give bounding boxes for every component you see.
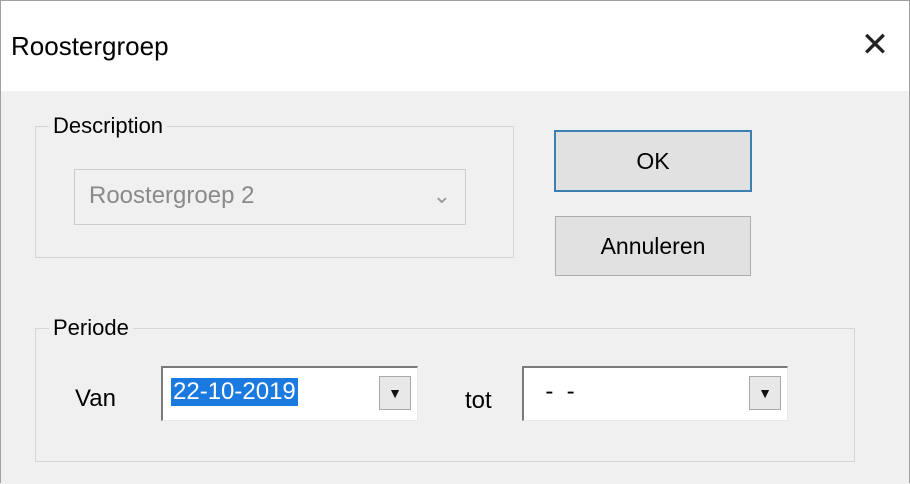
periode-group-label: Periode — [49, 315, 133, 341]
ok-button[interactable]: OK — [554, 130, 752, 192]
dialog-window: Roostergroep ✕ Description Roostergroep … — [0, 0, 910, 483]
description-group-label: Description — [49, 113, 168, 139]
cancel-button-label: Annuleren — [600, 233, 706, 259]
from-date-dropdown-icon[interactable]: ▼ — [379, 376, 411, 410]
ok-button-label: OK — [636, 148, 670, 174]
title-bar[interactable]: Roostergroep ✕ — [1, 1, 909, 91]
to-date-picker[interactable]: - - ▼ — [522, 366, 788, 421]
from-date-picker[interactable]: 22-10-2019 ▼ — [161, 366, 418, 421]
window-title: Roostergroep — [11, 31, 169, 61]
description-select-value: Roostergroep 2 — [89, 182, 255, 209]
from-label: Van — [75, 385, 116, 412]
chevron-down-icon: ⌄ — [432, 183, 451, 208]
cancel-button[interactable]: Annuleren — [555, 216, 751, 276]
to-label: tot — [465, 387, 492, 414]
description-select[interactable]: Roostergroep 2 ⌄ — [74, 169, 466, 225]
to-date-value[interactable]: - - — [532, 378, 574, 406]
close-icon[interactable]: ✕ — [855, 25, 895, 65]
to-date-dropdown-icon[interactable]: ▼ — [749, 376, 781, 410]
from-date-value[interactable]: 22-10-2019 — [171, 378, 298, 406]
